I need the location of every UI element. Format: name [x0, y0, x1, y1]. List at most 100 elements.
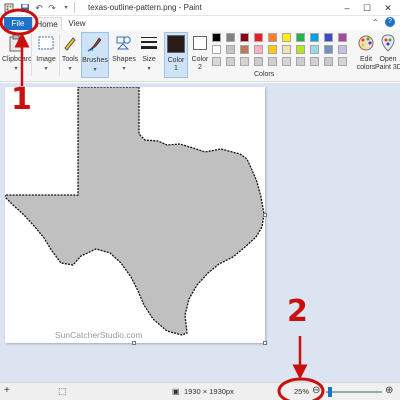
- redo-icon[interactable]: ↷: [47, 3, 57, 13]
- tools-icon: [64, 37, 76, 51]
- palette-color-swatch[interactable]: [268, 57, 277, 66]
- size-icon: [141, 37, 157, 49]
- resize-handle-right[interactable]: [263, 213, 267, 217]
- titlebar-divider: [74, 2, 75, 13]
- paint3d-icon: [381, 34, 395, 52]
- edit-colors-button[interactable]: Edit colors: [356, 32, 376, 78]
- chevron-down-icon: ▾: [44, 66, 48, 72]
- open-paint3d-label: Open Paint 3D: [375, 56, 400, 71]
- customize-icon[interactable]: ▾: [61, 3, 71, 13]
- chevron-down-icon: ▾: [147, 66, 151, 72]
- palette-color-swatch[interactable]: [254, 57, 263, 66]
- palette-color-swatch[interactable]: [310, 33, 319, 42]
- chevron-down-icon: ▾: [68, 66, 72, 72]
- palette-color-swatch[interactable]: [254, 33, 263, 42]
- chevron-down-icon: ▾: [14, 66, 18, 72]
- zoom-slider-track[interactable]: [326, 391, 382, 393]
- drawing-canvas[interactable]: SunCatcherStudio.com: [5, 87, 267, 345]
- color-palette: [212, 33, 352, 69]
- color2-button[interactable]: Color 2: [190, 32, 210, 78]
- minimize-button[interactable]: –: [340, 1, 354, 15]
- brushes-label: Brushes: [82, 57, 108, 64]
- color1-swatch: [167, 35, 185, 53]
- save-icon[interactable]: [20, 3, 30, 13]
- status-bar: + ⬚ ▣ 1930 × 1930px 25% ⊖ ⊕: [0, 382, 400, 400]
- size-label: Size: [142, 56, 156, 63]
- palette-color-swatch[interactable]: [282, 57, 291, 66]
- palette-color-swatch[interactable]: [268, 45, 277, 54]
- palette-color-swatch[interactable]: [324, 45, 333, 54]
- zoom-out-button[interactable]: ⊖: [312, 385, 320, 396]
- palette-color-swatch[interactable]: [240, 33, 249, 42]
- paint-app-icon: [4, 3, 14, 13]
- annotation-number-1: 1: [11, 82, 32, 117]
- cursor-position-icon: +: [4, 385, 10, 396]
- brushes-icon: [87, 37, 102, 52]
- color2-label: Color 2: [191, 56, 209, 71]
- texas-outline-shape: [5, 87, 265, 336]
- palette-color-swatch[interactable]: [296, 33, 305, 42]
- window-title: texas-outline-pattern.png - Paint: [88, 3, 202, 12]
- clipboard-button[interactable]: Clipboard ▾: [2, 32, 32, 78]
- color2-swatch: [193, 36, 207, 50]
- palette-color-swatch[interactable]: [282, 33, 291, 42]
- undo-icon[interactable]: ↶: [34, 3, 44, 13]
- tab-view[interactable]: View: [64, 17, 90, 30]
- edit-colors-label: Edit colors: [356, 56, 376, 71]
- image-size-text: 1930 × 1930px: [184, 387, 234, 396]
- help-icon[interactable]: ?: [385, 17, 395, 27]
- canvas-workspace[interactable]: SunCatcherStudio.com: [0, 83, 400, 382]
- tab-file[interactable]: File: [4, 17, 32, 30]
- tools-button[interactable]: Tools ▾: [60, 32, 80, 78]
- palette-color-swatch[interactable]: [296, 57, 305, 66]
- palette-color-swatch[interactable]: [212, 33, 221, 42]
- edit-colors-icon: [358, 35, 374, 51]
- palette-color-swatch[interactable]: [310, 57, 319, 66]
- color1-button[interactable]: Color 1: [164, 32, 188, 78]
- close-button[interactable]: ✕: [381, 1, 395, 15]
- resize-handle-bottom[interactable]: [132, 341, 136, 345]
- image-button[interactable]: Image ▾: [33, 32, 59, 78]
- palette-color-swatch[interactable]: [338, 57, 347, 66]
- palette-color-swatch[interactable]: [254, 45, 263, 54]
- colors-group-label: Colors: [254, 71, 275, 78]
- zoom-level[interactable]: 25%: [294, 387, 309, 396]
- palette-color-swatch[interactable]: [268, 33, 277, 42]
- ribbon-divider: [31, 34, 32, 76]
- palette-color-swatch[interactable]: [226, 33, 235, 42]
- palette-color-swatch[interactable]: [338, 33, 347, 42]
- chevron-down-icon: ▾: [93, 67, 97, 73]
- tab-home[interactable]: Home: [32, 17, 62, 30]
- shapes-button[interactable]: Shapes ▾: [111, 32, 137, 78]
- ribbon: Clipboard ▾ Image ▾ Tools ▾ Brushes ▾ Sh…: [0, 30, 400, 82]
- annotation-number-2: 2: [287, 294, 308, 329]
- open-paint3d-button[interactable]: Open Paint 3D: [375, 32, 400, 78]
- palette-color-swatch[interactable]: [212, 45, 221, 54]
- resize-handle-corner[interactable]: [263, 341, 267, 345]
- shapes-label: Shapes: [112, 56, 136, 63]
- size-button[interactable]: Size ▾: [138, 32, 160, 78]
- palette-color-swatch[interactable]: [212, 57, 221, 66]
- palette-color-swatch[interactable]: [296, 45, 305, 54]
- palette-color-swatch[interactable]: [324, 57, 333, 66]
- brushes-button[interactable]: Brushes ▾: [81, 32, 109, 78]
- color1-label: Color 1: [167, 57, 185, 72]
- zoom-in-button[interactable]: ⊕: [385, 385, 393, 396]
- watermark-text: SunCatcherStudio.com: [55, 330, 143, 340]
- palette-color-swatch[interactable]: [338, 45, 347, 54]
- clipboard-label: Clipboard: [2, 56, 32, 63]
- clipboard-icon: [9, 34, 23, 52]
- image-label: Image: [36, 56, 56, 63]
- palette-color-swatch[interactable]: [226, 57, 235, 66]
- palette-color-swatch[interactable]: [310, 45, 319, 54]
- palette-color-swatch[interactable]: [324, 33, 333, 42]
- image-size-icon: ▣: [172, 387, 180, 396]
- tools-label: Tools: [61, 56, 79, 63]
- palette-color-swatch[interactable]: [226, 45, 235, 54]
- collapse-ribbon-icon[interactable]: ⌃: [372, 18, 379, 27]
- palette-color-swatch[interactable]: [240, 57, 249, 66]
- palette-color-swatch[interactable]: [282, 45, 291, 54]
- palette-color-swatch[interactable]: [240, 45, 249, 54]
- zoom-slider-thumb[interactable]: [328, 387, 332, 397]
- maximize-button[interactable]: ☐: [360, 1, 374, 15]
